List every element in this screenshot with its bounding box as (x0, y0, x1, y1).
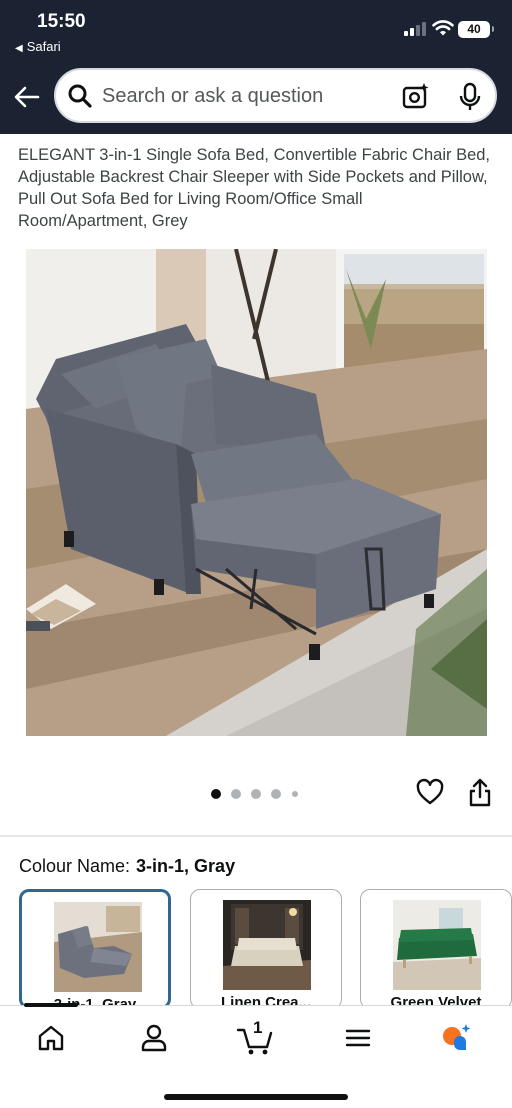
section-divider (0, 835, 512, 837)
status-time: 15:50 (37, 11, 86, 32)
colour-option-green-velvet[interactable]: Green Velvet (360, 889, 512, 1009)
camera-search-icon[interactable] (402, 82, 430, 110)
back-triangle-icon: ◀ (15, 43, 23, 54)
menu-icon[interactable] (342, 1022, 374, 1054)
carousel-dot[interactable] (251, 789, 261, 799)
back-to-safari-link[interactable]: ◀ Safari (15, 39, 61, 54)
colour-option-linen-cream[interactable]: Linen Crea... (190, 889, 342, 1009)
account-icon[interactable] (138, 1022, 170, 1054)
swatch-gray-thumbnail (54, 902, 142, 992)
share-icon[interactable] (467, 778, 493, 808)
carousel-dot[interactable] (292, 791, 298, 797)
carousel-dot[interactable] (271, 789, 281, 799)
search-input[interactable]: Search or ask a question (102, 85, 323, 108)
colour-option-gray[interactable]: 3-in-1, Gray (19, 889, 171, 1009)
rufus-ai-icon[interactable] (440, 1022, 472, 1054)
search-bar[interactable]: Search or ask a question (54, 68, 497, 123)
home-indicator (164, 1094, 348, 1100)
colour-selected-value: 3-in-1, Gray (136, 856, 236, 876)
back-app-label: Safari (26, 39, 61, 54)
colour-name-label: Colour Name: (19, 856, 131, 876)
home-icon[interactable] (35, 1022, 67, 1054)
sofa-bed-illustration (26, 249, 487, 736)
carousel-dot[interactable] (231, 789, 241, 799)
microphone-icon[interactable] (458, 82, 482, 112)
cart-button[interactable]: 1 (236, 1018, 276, 1056)
search-icon (68, 84, 92, 108)
battery-indicator: 40 (458, 21, 494, 38)
active-tab-indicator (24, 1003, 78, 1007)
cellular-signal-icon (404, 20, 428, 36)
bottom-navigation: 1 (0, 1003, 512, 1108)
header: 15:50 ◀ Safari 40 Search or ask a questio… (0, 0, 512, 134)
swatch-green-thumbnail (393, 900, 481, 990)
back-arrow-icon[interactable] (13, 83, 41, 111)
product-image[interactable] (26, 249, 487, 736)
carousel-dot-active[interactable] (211, 789, 221, 799)
wifi-icon (432, 20, 454, 36)
product-title: ELEGANT 3-in-1 Single Sofa Bed, Converti… (18, 146, 491, 230)
heart-icon[interactable] (416, 778, 444, 806)
colour-name-row: Colour Name: 3-in-1, Gray (19, 856, 235, 877)
swatch-linen-thumbnail (223, 900, 311, 990)
cart-count-badge: 1 (253, 1018, 263, 1037)
